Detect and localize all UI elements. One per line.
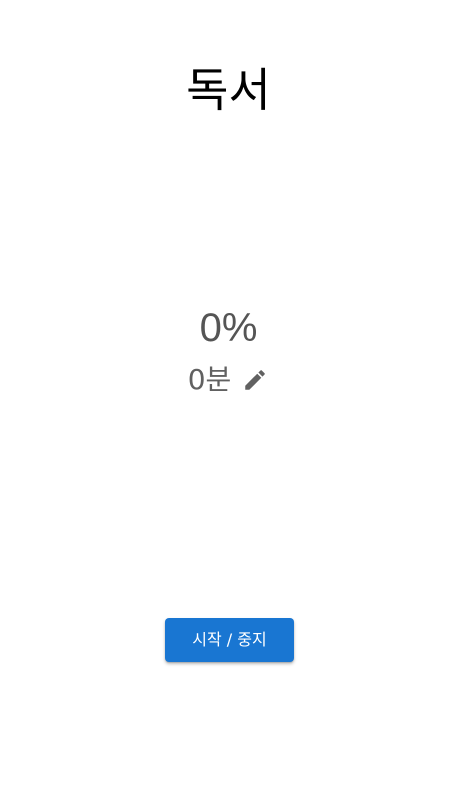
start-stop-button[interactable]: 시작 / 중지	[165, 618, 294, 662]
reading-timer-page: 독서 0% 0분 시작 / 중지	[0, 0, 457, 791]
minutes-label: 0분	[187, 363, 232, 396]
minutes-row: 0분	[0, 362, 457, 398]
page-title: 독서	[186, 63, 271, 117]
pencil-icon[interactable]	[241, 366, 269, 394]
progress-percent: 0%	[199, 306, 258, 350]
